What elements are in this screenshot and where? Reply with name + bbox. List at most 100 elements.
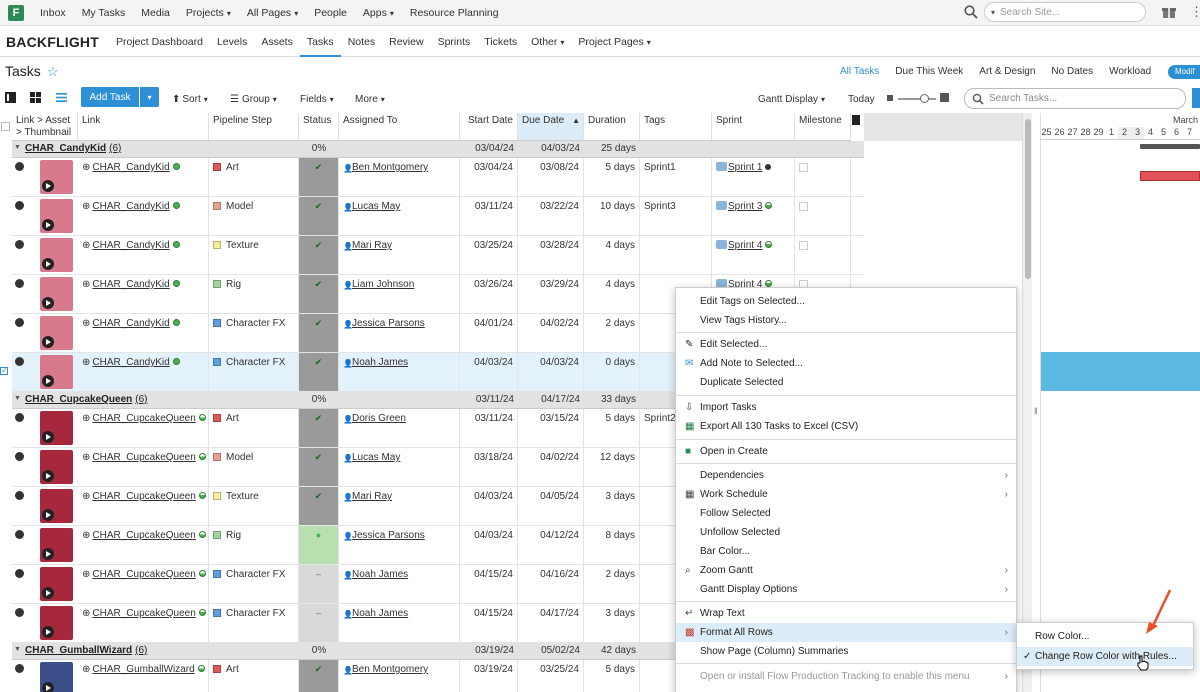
column-header-link[interactable]: Link: [78, 113, 209, 141]
start-date-cell[interactable]: 03/11/24: [460, 197, 518, 235]
due-date-cell[interactable]: 04/03/24: [518, 353, 584, 391]
column-header-sprint[interactable]: Sprint: [712, 113, 795, 141]
milestone-cell[interactable]: [795, 158, 851, 196]
status-cell[interactable]: –: [299, 604, 339, 642]
link-cell[interactable]: ⊕ CHAR_CupcakeQueen: [78, 565, 209, 603]
nav-resource-planning[interactable]: Resource Planning: [410, 7, 499, 19]
thumbnail[interactable]: [40, 528, 73, 562]
duration-cell[interactable]: 5 days: [584, 409, 640, 447]
play-icon[interactable]: [42, 336, 54, 348]
assigned-to-cell[interactable]: 👤Jessica Parsons: [339, 526, 460, 564]
thumbnail[interactable]: [40, 355, 73, 389]
column-header-pipeline-step[interactable]: Pipeline Step: [209, 113, 299, 141]
duration-cell[interactable]: 2 days: [584, 565, 640, 603]
link-cell[interactable]: ⊕ CHAR_CandyKid: [78, 197, 209, 235]
task-status-icon[interactable]: [15, 279, 24, 288]
zoom-out-icon[interactable]: [887, 95, 893, 101]
milestone-checkbox[interactable]: [799, 241, 808, 250]
task-status-icon[interactable]: [15, 664, 24, 673]
start-date-cell[interactable]: 03/11/24: [460, 409, 518, 447]
due-date-cell[interactable]: 03/25/24: [518, 660, 584, 692]
table-row[interactable]: ⊕ CHAR_CandyKid Model ✔ 👤Lucas May 03/11/24 03…: [12, 197, 864, 236]
status-cell[interactable]: –: [299, 565, 339, 603]
expand-icon[interactable]: ▼: [14, 144, 21, 151]
menu-item-wrap-text[interactable]: ↵ Wrap Text: [676, 604, 1016, 623]
column-header-assigned-to[interactable]: Assigned To: [339, 113, 460, 141]
task-search-input[interactable]: Search Tasks...: [964, 88, 1186, 109]
tab-project-dashboard[interactable]: Project Dashboard: [109, 27, 210, 57]
column-header-milestone[interactable]: Milestone: [795, 113, 851, 141]
link-cell[interactable]: ⊕ CHAR_CupcakeQueen: [78, 604, 209, 642]
start-date-cell[interactable]: 04/15/24: [460, 565, 518, 603]
tab-notes[interactable]: Notes: [341, 27, 382, 57]
nav-projects[interactable]: Projects ▾: [186, 7, 231, 19]
assigned-to-cell[interactable]: 👤Lucas May: [339, 197, 460, 235]
thumbnail[interactable]: [40, 411, 73, 445]
assigned-to-cell[interactable]: 👤Mari Ray: [339, 487, 460, 525]
duration-cell[interactable]: 0 days: [584, 353, 640, 391]
column-header-link-thumbnail[interactable]: Link > Asset > Thumbnail: [12, 113, 78, 141]
column-header-start-date[interactable]: Start Date: [460, 113, 518, 141]
menu-item-duplicate-selected[interactable]: Duplicate Selected: [676, 373, 1016, 392]
tab-project-pages[interactable]: Project Pages ▾: [571, 27, 657, 57]
thumbnail[interactable]: [40, 662, 73, 692]
status-cell[interactable]: ✔: [299, 197, 339, 235]
sprint-cell[interactable]: Sprint 1: [712, 158, 795, 196]
start-date-cell[interactable]: 04/03/24: [460, 487, 518, 525]
column-header-status[interactable]: Status: [299, 113, 339, 141]
task-status-icon[interactable]: [15, 357, 24, 366]
duration-cell[interactable]: 2 days: [584, 314, 640, 352]
menu-item-work-schedule[interactable]: ▦ Work Schedule ›: [676, 485, 1016, 504]
link-cell[interactable]: ⊕ CHAR_CandyKid: [78, 314, 209, 352]
link-cell[interactable]: ⊕ CHAR_CandyKid: [78, 353, 209, 391]
tab-sprints[interactable]: Sprints: [431, 27, 478, 57]
play-icon[interactable]: [42, 258, 54, 270]
column-header-tags[interactable]: Tags: [640, 113, 712, 141]
task-status-icon[interactable]: [15, 608, 24, 617]
start-date-cell[interactable]: 04/15/24: [460, 604, 518, 642]
table-row[interactable]: ⊕ CHAR_CandyKid Art ✔ 👤Ben Montgomery 03/04/2…: [12, 158, 864, 197]
group-header-row[interactable]: ▼ CHAR_CandyKid (6) 0% 03/04/24 04/03/24 25 da…: [12, 141, 864, 158]
play-icon[interactable]: [42, 509, 54, 521]
tab-review[interactable]: Review: [382, 27, 430, 57]
nav-media[interactable]: Media: [141, 7, 170, 19]
menu-item-open-in-create[interactable]: ■ Open in Create: [676, 442, 1016, 461]
gantt-bar-art[interactable]: [1140, 171, 1200, 181]
due-date-cell[interactable]: 04/12/24: [518, 526, 584, 564]
play-icon[interactable]: [42, 548, 54, 560]
group-name[interactable]: CHAR_CandyKid (6): [25, 143, 121, 154]
thumbnail[interactable]: [40, 489, 73, 523]
menu-item-export-csv[interactable]: ▦ Export All 130 Tasks to Excel (CSV): [676, 417, 1016, 436]
status-cell[interactable]: ✔: [299, 409, 339, 447]
due-date-cell[interactable]: 03/29/24: [518, 275, 584, 313]
play-icon[interactable]: [42, 431, 54, 443]
link-cell[interactable]: ⊕ CHAR_CupcakeQueen: [78, 526, 209, 564]
start-date-cell[interactable]: 03/18/24: [460, 448, 518, 486]
play-icon[interactable]: [42, 626, 54, 638]
thumbnail[interactable]: [40, 606, 73, 640]
tags-cell[interactable]: Sprint3: [640, 197, 712, 235]
more-button[interactable]: More ▾: [355, 87, 385, 111]
status-cell[interactable]: ✔: [299, 353, 339, 391]
duration-cell[interactable]: 3 days: [584, 604, 640, 642]
start-date-cell[interactable]: 03/26/24: [460, 275, 518, 313]
task-status-icon[interactable]: [15, 530, 24, 539]
list-icon[interactable]: [56, 92, 67, 103]
due-date-cell[interactable]: 03/22/24: [518, 197, 584, 235]
task-status-icon[interactable]: [15, 452, 24, 461]
column-settings-icon[interactable]: [852, 115, 860, 125]
gantt-display-button[interactable]: Gantt Display ▾: [758, 87, 825, 111]
play-icon[interactable]: [42, 297, 54, 309]
menu-item-bar-color[interactable]: Bar Color...: [676, 542, 1016, 561]
menu-item-dependencies[interactable]: Dependencies ›: [676, 466, 1016, 485]
link-cell[interactable]: ⊕ CHAR_CupcakeQueen: [78, 409, 209, 447]
modified-badge[interactable]: Modif: [1168, 65, 1200, 79]
due-date-cell[interactable]: 03/08/24: [518, 158, 584, 196]
panel-toggle[interactable]: [1192, 88, 1200, 108]
assigned-to-cell[interactable]: 👤Ben Montgomery: [339, 158, 460, 196]
status-cell[interactable]: ✔: [299, 158, 339, 196]
gift-icon[interactable]: [1162, 5, 1176, 19]
task-status-icon[interactable]: [15, 569, 24, 578]
tags-cell[interactable]: [640, 236, 712, 274]
due-date-cell[interactable]: 04/02/24: [518, 314, 584, 352]
